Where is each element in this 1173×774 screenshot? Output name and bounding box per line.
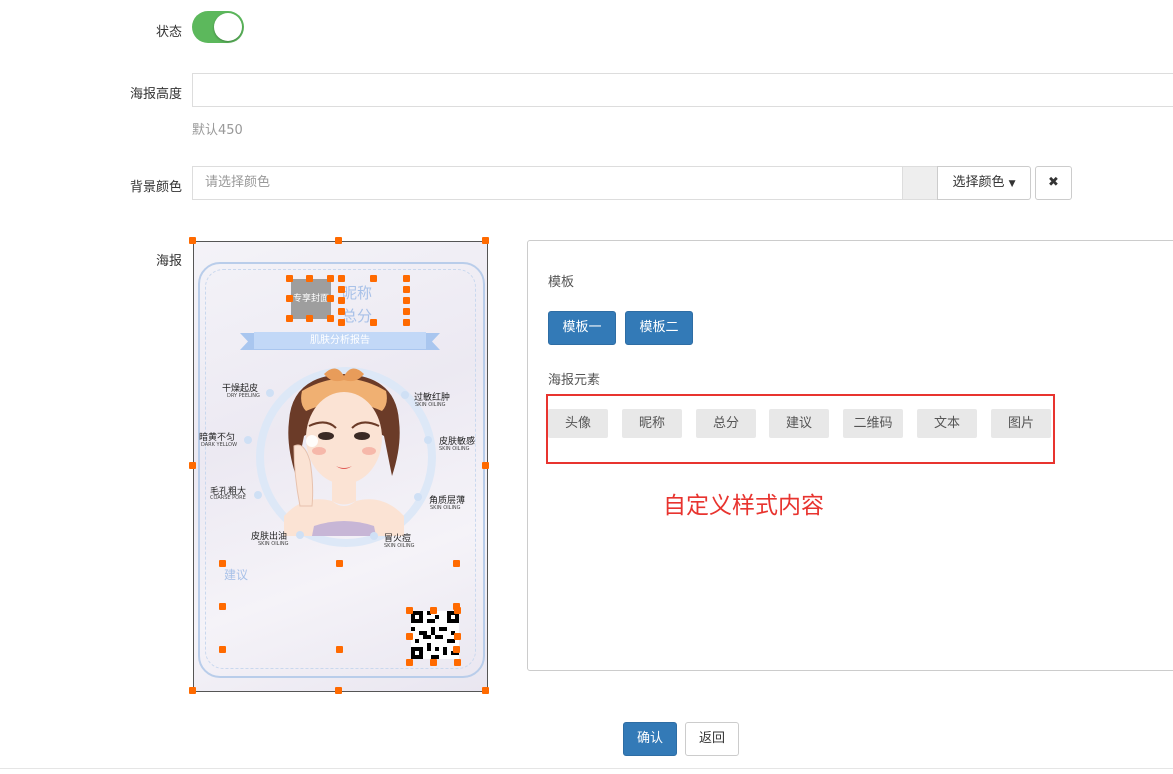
resize-handle[interactable] — [406, 633, 413, 640]
resize-handle[interactable] — [403, 308, 410, 315]
resize-handle[interactable] — [306, 315, 313, 322]
feature-sub: SKIN OILING — [415, 402, 446, 408]
resize-handle[interactable] — [403, 297, 410, 304]
footer-divider — [0, 768, 1173, 769]
template-title: 模板 — [548, 275, 575, 290]
feature-sub: SKIN OILING — [430, 505, 461, 511]
feature-sub: SKIN OILING — [384, 543, 415, 549]
resize-handle[interactable] — [482, 237, 489, 244]
resize-handle[interactable] — [336, 646, 343, 653]
resize-handle[interactable] — [482, 462, 489, 469]
element-qrcode-button[interactable]: 二维码 — [843, 409, 903, 438]
resize-handle[interactable] — [403, 286, 410, 293]
resize-handle[interactable] — [338, 308, 345, 315]
resize-handle[interactable] — [336, 560, 343, 567]
feature-dot — [424, 436, 432, 444]
select-color-label: 选择颜色 — [952, 175, 1005, 190]
feature-sub: SKIN OILING — [439, 446, 470, 452]
resize-handle[interactable] — [286, 295, 293, 302]
poster-nickname[interactable]: 昵称 — [342, 282, 372, 303]
resize-handle[interactable] — [327, 315, 334, 322]
status-label: 状态 — [155, 25, 182, 40]
template-two-button[interactable]: 模板二 — [625, 311, 693, 345]
resize-handle[interactable] — [430, 659, 437, 666]
elements-title: 海报元素 — [548, 373, 601, 388]
resize-handle[interactable] — [406, 659, 413, 666]
feature-dot — [414, 493, 422, 501]
resize-handle[interactable] — [338, 275, 345, 282]
bg-color-input[interactable]: 请选择颜色 — [192, 166, 903, 200]
poster-suggest[interactable]: 建议 — [224, 566, 248, 583]
resize-handle[interactable] — [338, 297, 345, 304]
poster-banner: 肌肤分析报告 — [254, 332, 426, 349]
height-label: 海报高度 — [129, 87, 182, 102]
feature-dot — [254, 491, 262, 499]
woman-illustration — [284, 368, 404, 536]
resize-handle[interactable] — [430, 607, 437, 614]
resize-handle[interactable] — [338, 286, 345, 293]
feature-dot — [244, 436, 252, 444]
confirm-button[interactable]: 确认 — [623, 722, 677, 756]
element-suggest-button[interactable]: 建议 — [769, 409, 829, 438]
feature-dot — [401, 391, 409, 399]
feature-sub: DRY PEELING — [227, 393, 260, 399]
feature-sub: SKIN OILING — [258, 541, 289, 547]
status-toggle[interactable] — [192, 11, 244, 43]
resize-handle[interactable] — [219, 646, 226, 653]
resize-handle[interactable] — [189, 237, 196, 244]
poster-avatar[interactable]: 专享封面 — [291, 279, 331, 319]
feature-sub: COARSE PORE — [210, 495, 246, 501]
poster-label: 海报 — [155, 254, 182, 269]
height-input[interactable] — [192, 73, 1173, 107]
toggle-knob — [214, 13, 242, 41]
resize-handle[interactable] — [370, 319, 377, 326]
height-help: 默认450 — [192, 123, 243, 138]
bg-color-label: 背景颜色 — [129, 180, 182, 195]
resize-handle[interactable] — [338, 319, 345, 326]
element-score-button[interactable]: 总分 — [696, 409, 756, 438]
resize-handle[interactable] — [453, 646, 460, 653]
feature-dot — [370, 532, 378, 540]
resize-handle[interactable] — [335, 237, 342, 244]
poster-score[interactable]: 总分 — [342, 305, 372, 326]
back-button[interactable]: 返回 — [685, 722, 739, 756]
resize-handle[interactable] — [327, 295, 334, 302]
feature-sub: DARK YELLOW — [201, 442, 238, 448]
resize-handle[interactable] — [219, 560, 226, 567]
resize-handle[interactable] — [453, 560, 460, 567]
custom-style-annotation: 自定义样式内容 — [663, 493, 824, 519]
resize-handle[interactable] — [306, 275, 313, 282]
resize-handle[interactable] — [454, 607, 461, 614]
select-color-button[interactable]: 选择颜色 ▼ — [937, 166, 1031, 200]
feature-dot — [266, 389, 274, 397]
close-icon: ✖ — [1048, 175, 1059, 190]
resize-handle[interactable] — [454, 633, 461, 640]
qrcode-icon[interactable] — [411, 611, 459, 659]
caret-down-icon: ▼ — [1008, 179, 1016, 189]
resize-handle[interactable] — [482, 687, 489, 694]
resize-handle[interactable] — [286, 315, 293, 322]
resize-handle[interactable] — [454, 659, 461, 666]
resize-handle[interactable] — [286, 275, 293, 282]
element-text-button[interactable]: 文本 — [917, 409, 977, 438]
resize-handle[interactable] — [403, 319, 410, 326]
resize-handle[interactable] — [189, 687, 196, 694]
element-nickname-button[interactable]: 昵称 — [622, 409, 682, 438]
resize-handle[interactable] — [406, 607, 413, 614]
color-swatch[interactable] — [902, 166, 938, 200]
resize-handle[interactable] — [189, 462, 196, 469]
element-avatar-button[interactable]: 头像 — [548, 409, 608, 438]
resize-handle[interactable] — [335, 687, 342, 694]
resize-handle[interactable] — [403, 275, 410, 282]
feature-dot — [296, 531, 304, 539]
resize-handle[interactable] — [327, 275, 334, 282]
template-one-button[interactable]: 模板一 — [548, 311, 616, 345]
clear-color-button[interactable]: ✖ — [1035, 166, 1072, 200]
resize-handle[interactable] — [219, 603, 226, 610]
element-image-button[interactable]: 图片 — [991, 409, 1051, 438]
resize-handle[interactable] — [370, 275, 377, 282]
